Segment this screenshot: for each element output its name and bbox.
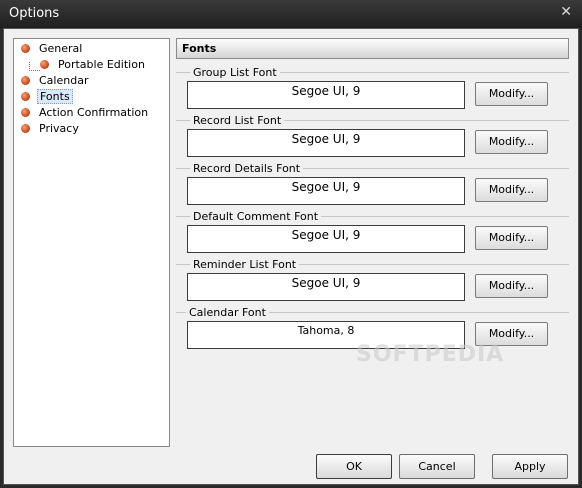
modify-record-list-font-button[interactable]: Modify...	[475, 130, 548, 154]
softpedia-watermark: SOFTPEDIA	[356, 342, 505, 367]
dialog-client: General Portable Edition Calendar Fonts …	[3, 28, 579, 485]
bullet-icon	[21, 76, 30, 85]
tree-item-label: Action Confirmation	[39, 106, 149, 119]
group-title-calendar-font: Calendar Font	[186, 306, 269, 319]
options-window: Options ✕ General Portable Edition Calen…	[0, 0, 582, 488]
tree-item-privacy[interactable]: Privacy	[21, 121, 81, 136]
group-title-reminder-list-font: Reminder List Font	[190, 258, 300, 271]
bullet-icon	[21, 108, 30, 117]
title-bar[interactable]: Options ✕	[0, 0, 582, 28]
reminder-list-font-preview: Segoe UI, 9	[187, 273, 465, 301]
modify-reminder-list-font-button[interactable]: Modify...	[475, 274, 548, 298]
close-icon[interactable]: ✕	[560, 4, 572, 20]
bullet-icon	[40, 60, 49, 69]
modify-default-comment-font-button[interactable]: Modify...	[475, 226, 548, 250]
bullet-icon	[21, 44, 30, 53]
group-title-default-comment-font: Default Comment Font	[190, 210, 322, 223]
tree-item-action-confirmation[interactable]: Action Confirmation	[21, 105, 150, 120]
bullet-icon	[21, 124, 30, 133]
group-title-group-list-font: Group List Font	[190, 66, 280, 79]
tree-item-general[interactable]: General	[21, 41, 84, 56]
tree-item-calendar[interactable]: Calendar	[21, 73, 90, 88]
tree-item-portable-edition[interactable]: Portable Edition	[40, 57, 147, 72]
tree-connector	[29, 62, 40, 71]
tree-item-fonts[interactable]: Fonts	[21, 89, 73, 104]
group-title-record-list-font: Record List Font	[190, 114, 285, 127]
group-list-font-preview: Segoe UI, 9	[187, 81, 465, 109]
modify-group-list-font-button[interactable]: Modify...	[475, 82, 548, 106]
tree-item-label: Privacy	[39, 122, 79, 135]
tree-item-label: Fonts	[37, 89, 73, 104]
tree-item-label: Portable Edition	[58, 58, 145, 71]
apply-button[interactable]: Apply	[492, 454, 568, 479]
cancel-button[interactable]: Cancel	[399, 454, 475, 479]
default-comment-font-preview: Segoe UI, 9	[187, 225, 465, 253]
tree-item-label: Calendar	[39, 74, 89, 87]
bullet-icon	[21, 92, 30, 101]
record-list-font-preview: Segoe UI, 9	[187, 129, 465, 157]
options-tree: General Portable Edition Calendar Fonts …	[13, 38, 170, 447]
modify-record-details-font-button[interactable]: Modify...	[475, 178, 548, 202]
window-title: Options	[9, 6, 60, 21]
group-title-record-details-font: Record Details Font	[190, 162, 304, 175]
tree-item-label: General	[39, 42, 83, 55]
ok-button[interactable]: OK	[316, 454, 392, 479]
record-details-font-preview: Segoe UI, 9	[187, 177, 465, 205]
panel-title: Fonts	[182, 42, 217, 55]
panel-header: Fonts	[176, 38, 569, 59]
